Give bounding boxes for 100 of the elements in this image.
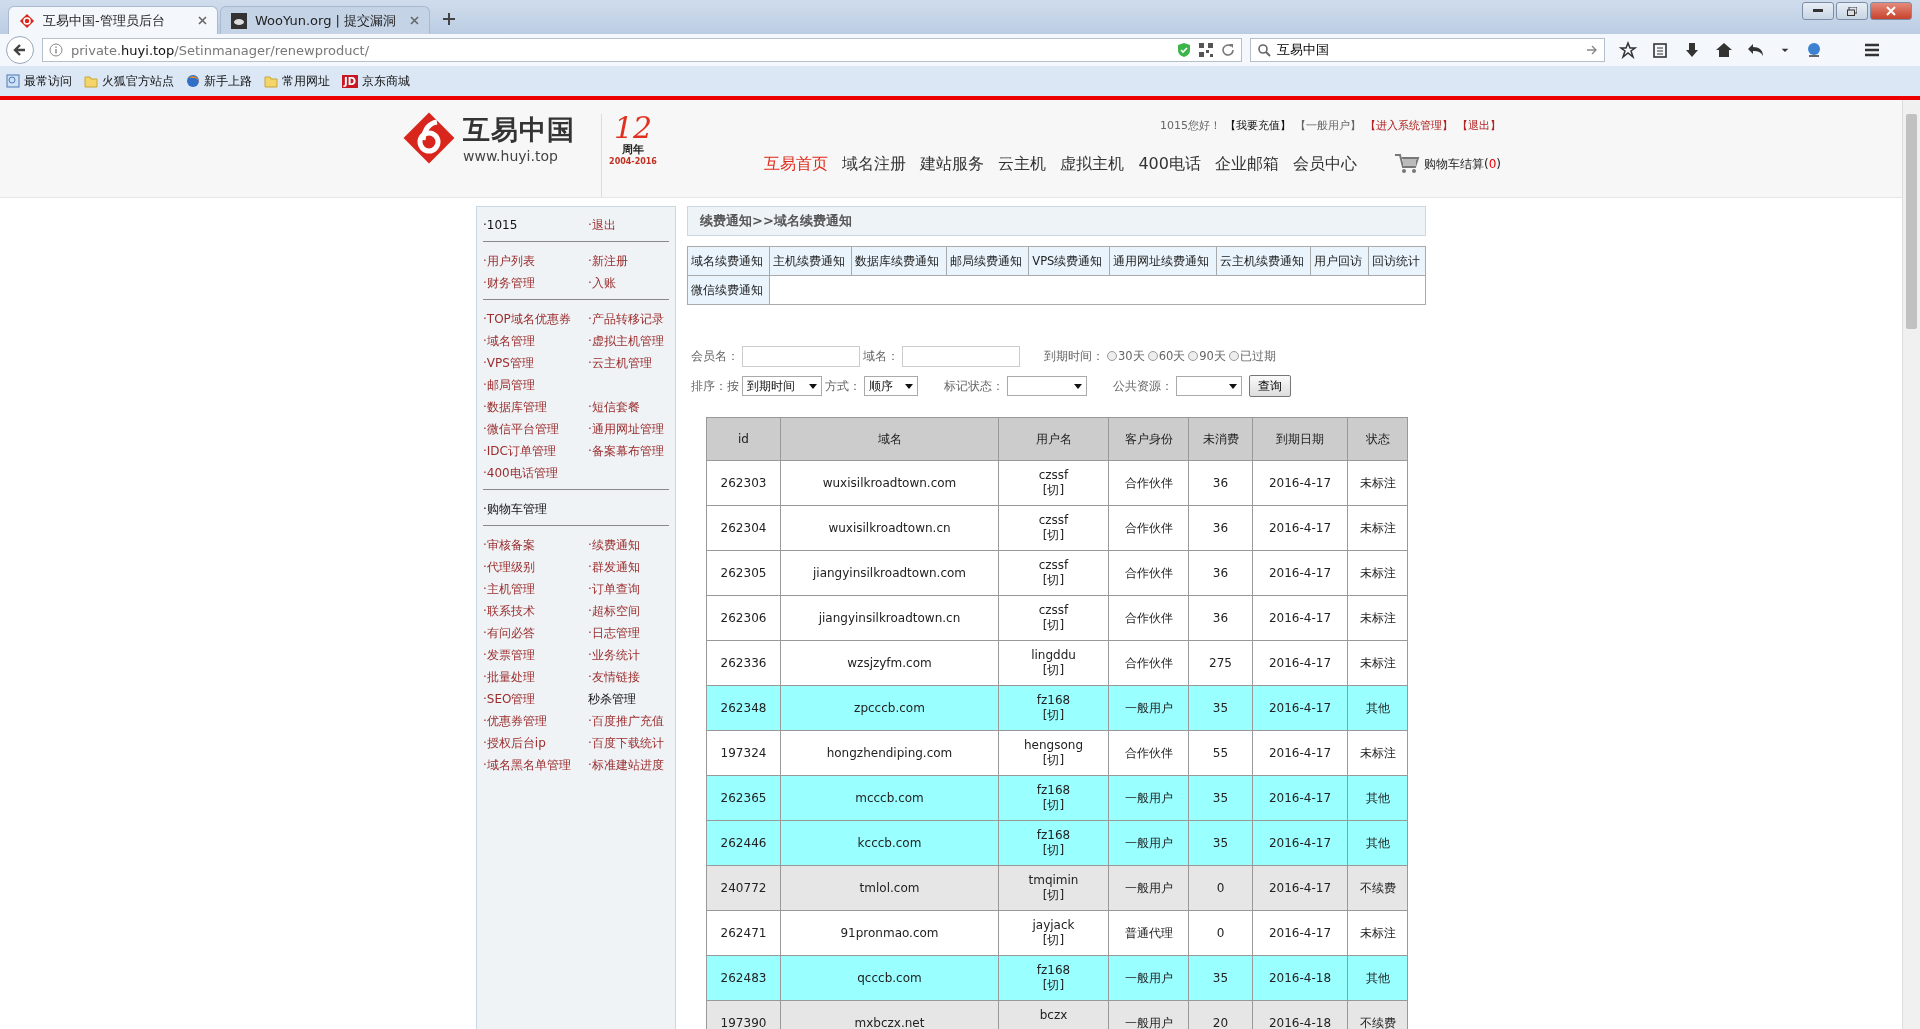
bookmark[interactable]: 新手上路 [186, 72, 252, 90]
nav-link[interactable]: 400电话 [1131, 153, 1208, 175]
sidebar-link[interactable]: ·IDC订单管理 [483, 440, 588, 462]
bookmark[interactable]: 最常访问 [6, 72, 72, 90]
nav-link[interactable]: 建站服务 [913, 153, 992, 175]
nav-link[interactable]: 会员中心 [1286, 153, 1364, 175]
sidebar-link[interactable]: ·主机管理 [483, 578, 588, 600]
radio-button[interactable] [1147, 351, 1158, 361]
notice-tab[interactable]: 数据库续费通知 [851, 246, 947, 276]
notice-tab[interactable]: 主机续费通知 [769, 246, 852, 276]
bookmark[interactable]: JD 京东商城 [342, 72, 411, 90]
qr-code-icon[interactable] [1199, 43, 1213, 57]
home-icon[interactable] [1715, 41, 1733, 59]
switch-link[interactable]: [切] [1042, 753, 1065, 768]
radio-button[interactable] [1107, 351, 1117, 361]
browser-tab[interactable]: 互易中国-管理员后台 [8, 6, 218, 34]
notice-tab[interactable]: 微信续费通知 [687, 275, 770, 305]
switch-link[interactable]: [切] [1042, 573, 1065, 588]
new-tab-icon[interactable] [440, 10, 458, 28]
sidebar-link[interactable]: ·联系技术 [483, 600, 588, 622]
header-link[interactable]: 【退出】 [1457, 118, 1501, 133]
sidebar-link[interactable]: ·云主机管理 [588, 352, 669, 374]
info-icon[interactable] [49, 43, 63, 57]
globe-icon[interactable] [1805, 41, 1823, 59]
close-tab-icon[interactable] [198, 16, 207, 25]
sidebar-link[interactable]: ·发票管理 [483, 644, 588, 666]
sidebar-link[interactable]: ·备案幕布管理 [588, 440, 669, 462]
sidebar-link[interactable]: ·订单查询 [588, 578, 669, 600]
scrollbar[interactable] [1902, 100, 1920, 1029]
sidebar-link[interactable]: ·批量处理 [483, 666, 588, 688]
notice-tab[interactable]: 邮局续费通知 [946, 246, 1029, 276]
nav-link[interactable]: 互易首页 [757, 153, 836, 175]
radio-label[interactable]: 60天 [1158, 348, 1186, 364]
sidebar-link[interactable]: ·业务统计 [588, 644, 669, 666]
sidebar-link[interactable]: ·短信套餐 [588, 396, 669, 418]
menu-icon[interactable] [1863, 41, 1881, 59]
sidebar-link[interactable]: ·超标空间 [588, 600, 669, 622]
sidebar-link[interactable]: ·用户列表 [483, 250, 588, 272]
switch-link[interactable]: [切] [1042, 708, 1065, 723]
member-field[interactable] [742, 345, 860, 367]
restore-button[interactable] [1836, 2, 1868, 20]
sidebar-link[interactable]: ·SEO管理 [483, 688, 588, 710]
sidebar-link[interactable]: ·微信平台管理 [483, 418, 588, 440]
sidebar-link[interactable]: ·日志管理 [588, 622, 669, 644]
notice-tab[interactable]: 回访统计 [1368, 246, 1426, 276]
sidebar-link[interactable]: ·有问必答 [483, 622, 588, 644]
sidebar-link[interactable]: ·入账 [588, 272, 669, 294]
query-button[interactable]: 查询 [1249, 375, 1291, 397]
switch-link[interactable]: [切] [1042, 528, 1065, 543]
sidebar-link[interactable]: ·百度下载统计 [588, 732, 669, 754]
nav-link[interactable]: 云主机 [991, 153, 1054, 175]
close-button[interactable] [1870, 2, 1912, 20]
bookmark[interactable]: 火狐官方站点 [84, 72, 174, 90]
sidebar-link[interactable]: ·新注册 [588, 250, 669, 272]
domain-field[interactable] [902, 345, 1020, 367]
sidebar-link[interactable]: ·TOP域名优惠券 [483, 308, 588, 330]
switch-link[interactable]: [切] [1042, 618, 1065, 633]
sidebar-link[interactable]: ·代理级别 [483, 556, 588, 578]
nav-link[interactable]: 企业邮箱 [1208, 153, 1286, 175]
switch-link[interactable]: [切] [1042, 483, 1065, 498]
minimize-button[interactable] [1802, 2, 1834, 20]
clipboard-icon[interactable] [1651, 41, 1669, 59]
nav-link[interactable]: 域名注册 [835, 153, 914, 175]
sidebar-link[interactable]: ·400电话管理 [483, 462, 588, 484]
sidebar-link[interactable]: ·域名黑名单管理 [483, 754, 588, 776]
sidebar-link[interactable]: ·财务管理 [483, 272, 588, 294]
search-field[interactable]: 互易中国 [1250, 38, 1605, 62]
sidebar-link[interactable]: ·通用网址管理 [588, 418, 669, 440]
sidebar-link[interactable]: ·续费通知 [588, 534, 669, 556]
cart-icon[interactable] [1394, 153, 1420, 175]
switch-link[interactable]: [切] [1042, 663, 1065, 678]
reload-icon[interactable] [1221, 43, 1235, 57]
sidebar-link[interactable]: ·产品转移记录 [588, 308, 669, 330]
download-icon[interactable] [1683, 41, 1701, 59]
sidebar-link[interactable]: ·邮局管理 [483, 374, 588, 396]
sidebar-link[interactable]: ·域名管理 [483, 330, 588, 352]
notice-tab[interactable]: 通用网址续费通知 [1109, 246, 1217, 276]
sidebar-link[interactable]: ·数据库管理 [483, 396, 588, 418]
radio-label[interactable]: 已过期 [1239, 348, 1276, 364]
switch-link[interactable]: [切] [1042, 933, 1065, 948]
switch-link[interactable]: [切] [1042, 888, 1065, 903]
header-link[interactable]: 【进入系统管理】 [1365, 118, 1453, 133]
sidebar-link[interactable]: ·审核备案 [483, 534, 588, 556]
radio-button[interactable] [1228, 351, 1239, 361]
radio-button[interactable] [1188, 351, 1199, 361]
back-button[interactable] [6, 36, 34, 64]
sidebar-link[interactable]: ·群发通知 [588, 556, 669, 578]
close-tab-icon[interactable] [410, 16, 419, 25]
browser-tab[interactable]: WooYun.org | 提交漏洞 [220, 6, 430, 34]
switch-link[interactable]: [切] [1042, 843, 1065, 858]
sidebar-link[interactable]: ·百度推广充值 [588, 710, 669, 732]
notice-tab[interactable]: 域名续费通知 [687, 246, 770, 276]
notice-tab[interactable]: VPS续费通知 [1028, 246, 1110, 276]
sidebar-link[interactable]: ·友情链接 [588, 666, 669, 688]
cart-link[interactable]: 购物车结算(0) [1424, 155, 1501, 173]
shield-icon[interactable] [1177, 42, 1191, 58]
notice-tab[interactable]: 云主机续费通知 [1216, 246, 1311, 276]
sidebar-link[interactable]: ·虚拟主机管理 [588, 330, 669, 352]
sidebar-link[interactable]: ·退出 [588, 214, 669, 236]
star-icon[interactable] [1619, 41, 1637, 59]
